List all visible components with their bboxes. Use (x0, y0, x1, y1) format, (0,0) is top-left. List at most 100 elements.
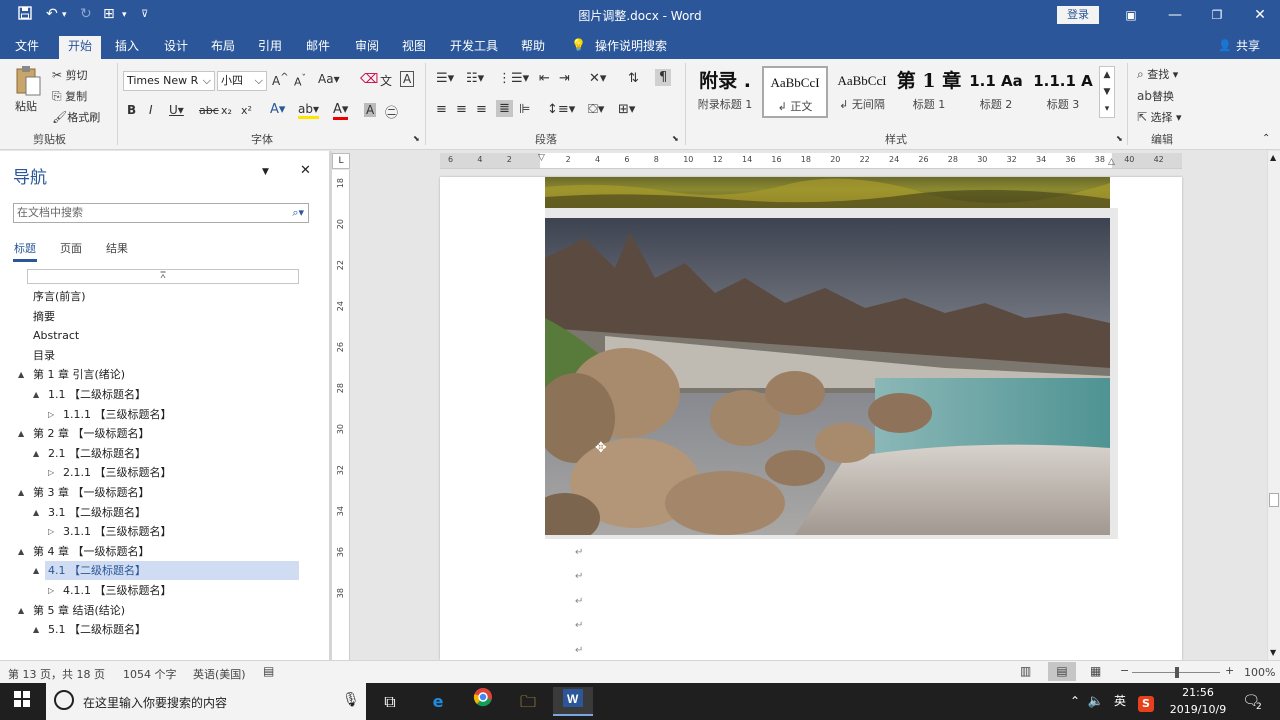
collapse-icon[interactable]: ▲ (33, 503, 39, 522)
sort-icon[interactable]: ⇅ (628, 71, 639, 86)
nav-heading-item[interactable]: Abstract (30, 326, 299, 345)
char-border-icon[interactable]: A (400, 71, 415, 87)
microphone-icon[interactable]: 🎙 (342, 692, 360, 708)
image-beach-photo[interactable] (545, 218, 1110, 535)
style-normal[interactable]: AaBbCcI ↲ 正文 (762, 66, 828, 118)
nav-tab-pages[interactable]: 页面 (60, 240, 82, 256)
collapse-icon[interactable]: ▲ (33, 561, 39, 580)
clear-format-icon[interactable]: ⌫ (360, 72, 378, 87)
font-name-dropdown[interactable]: Times New R ⌵ (123, 71, 215, 91)
align-center-icon[interactable]: ≡ (456, 102, 467, 117)
font-size-dropdown[interactable]: 小四 ⌵ (217, 71, 267, 91)
scroll-down-icon[interactable]: ▼ (1270, 648, 1276, 657)
multilevel-list-icon[interactable]: ⋮☰▾ (498, 71, 529, 86)
decrease-indent-icon[interactable]: ⇤ (539, 71, 550, 86)
clock-time[interactable]: 21:56 (1168, 686, 1228, 699)
nav-heading-item[interactable]: ▲ 4.1 【二级标题名】 (33, 561, 299, 581)
tab-references[interactable]: 引用 (249, 36, 291, 59)
redo-icon[interactable]: ↻ (80, 6, 92, 22)
nav-heading-item[interactable]: 序言(前言) (30, 287, 299, 306)
nav-heading-item[interactable]: ▲ 第 2 章 【一级标题名】 (18, 424, 299, 443)
macro-icon[interactable]: ▤ (263, 664, 274, 678)
language-indicator[interactable]: 英语(美国) (193, 666, 246, 682)
increase-indent-icon[interactable]: ⇥ (559, 71, 570, 86)
align-right-icon[interactable]: ≡ (476, 102, 487, 117)
close-icon[interactable]: ✕ (1245, 4, 1275, 26)
paste-icon[interactable] (14, 65, 44, 97)
numbering-icon[interactable]: ☷▾ (466, 71, 484, 86)
horizontal-ruler[interactable]: 6 4 2 2 4 6 8 10 12 14 16 18 20 22 24 26 28 30 32 34 36 38 40 4… (440, 153, 1182, 169)
shading-icon[interactable]: ⛋▾ (588, 102, 604, 117)
shrink-font-icon[interactable]: Aˇ (294, 73, 306, 89)
table-dropdown-icon[interactable]: ▾ (122, 10, 127, 20)
grow-font-icon[interactable]: A^ (272, 72, 289, 88)
collapse-icon[interactable]: ▲ (18, 424, 24, 443)
customize-toolbar-icon[interactable]: ⊽ (141, 9, 148, 20)
expand-icon[interactable]: ▷ (48, 522, 54, 541)
undo-icon[interactable]: ↶ (46, 6, 58, 22)
paragraph-dialog-launcher-icon[interactable]: ⬊ (672, 134, 679, 143)
tab-help[interactable]: 帮助 (512, 36, 554, 59)
font-dialog-launcher-icon[interactable]: ⬊ (413, 134, 420, 143)
highlight-icon[interactable]: ab▾ (298, 102, 319, 119)
collapse-icon[interactable]: ▲ (33, 385, 39, 404)
change-case-icon[interactable]: Aa▾ (318, 72, 340, 86)
ime-indicator[interactable]: 英 (1108, 687, 1132, 716)
char-shading-icon[interactable]: A (364, 103, 377, 117)
taskbar-search-box[interactable]: 在这里输入你要搜索的内容 🎙 (46, 683, 366, 720)
first-line-indent-marker[interactable]: ▽ (538, 153, 545, 163)
minimize-icon[interactable]: — (1160, 4, 1190, 26)
table-icon[interactable]: ⊞ (103, 6, 115, 22)
nav-heading-item[interactable]: ▷ 2.1.1 【三级标题名】 (48, 463, 299, 482)
nav-heading-item[interactable]: ▲ 第 3 章 【一级标题名】 (18, 483, 299, 502)
task-view-icon[interactable]: ⧉ (370, 687, 410, 716)
nav-tab-headings[interactable]: 标题 (14, 240, 36, 256)
text-effects-icon[interactable]: A▾ (270, 102, 285, 117)
collapse-icon[interactable]: ▲ (18, 542, 24, 561)
tab-layout[interactable]: 布局 (202, 36, 244, 59)
copy-button[interactable]: ⎘ 复制 (52, 88, 87, 104)
read-mode-icon[interactable]: ▥ (1020, 664, 1031, 678)
nav-heading-item[interactable]: ▲ 1.1 【二级标题名】 (33, 385, 299, 404)
scroll-thumb[interactable] (1269, 493, 1279, 507)
subscript-icon[interactable]: x₂ (221, 104, 232, 117)
share-button[interactable]: 共享 (1227, 36, 1269, 59)
enclose-chars-icon[interactable]: ㊁ (385, 102, 398, 121)
edge-icon[interactable]: e (418, 687, 458, 716)
print-layout-icon[interactable]: ▤ (1048, 662, 1076, 681)
tray-overflow-icon[interactable]: ⌃ (1065, 687, 1085, 716)
web-layout-icon[interactable]: ▦ (1090, 664, 1101, 678)
nav-tab-results[interactable]: 结果 (106, 240, 128, 256)
tab-design[interactable]: 设计 (155, 36, 197, 59)
save-icon[interactable] (18, 6, 32, 24)
login-button[interactable]: 登录 (1057, 6, 1099, 24)
paste-button[interactable]: 粘贴 (15, 98, 37, 114)
line-spacing-icon[interactable]: ↕≡▾ (547, 102, 575, 117)
nav-heading-item[interactable]: ▷ 3.1.1 【三级标题名】 (48, 522, 299, 541)
tab-review[interactable]: 审阅 (346, 36, 388, 59)
underline-icon[interactable]: U▾ (169, 103, 184, 117)
right-indent-marker[interactable]: △ (1108, 157, 1115, 167)
expand-icon[interactable]: ▷ (48, 405, 54, 424)
restore-icon[interactable]: ❐ (1202, 4, 1232, 26)
bold-icon[interactable]: B (127, 103, 136, 117)
style-heading-1[interactable]: 第 1 章标题 1 (896, 66, 962, 118)
distributed-icon[interactable]: ⊫ (519, 102, 530, 117)
nav-heading-item[interactable]: ▲ 2.1 【二级标题名】 (33, 444, 299, 463)
tab-developer[interactable]: 开发工具 (441, 36, 507, 59)
collapse-icon[interactable]: ▲ (33, 620, 39, 639)
nav-heading-item[interactable]: 目录 (30, 346, 299, 365)
tab-selector[interactable]: L (332, 153, 350, 169)
expand-icon[interactable]: ▷ (48, 463, 54, 482)
scroll-up-icon[interactable]: ▲ (1270, 153, 1276, 162)
zoom-out-icon[interactable]: − (1120, 664, 1129, 677)
collapse-icon[interactable]: ▲ (18, 601, 24, 620)
show-marks-icon[interactable]: ¶ (655, 69, 672, 86)
tab-insert[interactable]: 插入 (106, 36, 148, 59)
nav-heading-item[interactable]: ▲ 3.1 【二级标题名】 (33, 503, 299, 522)
nav-heading-item[interactable]: 摘要 (30, 307, 299, 326)
collapse-icon[interactable]: ▲ (18, 483, 24, 502)
tell-me-search[interactable]: 操作说明搜索 (586, 36, 676, 59)
word-taskbar-icon[interactable]: W (553, 687, 593, 716)
nav-heading-item[interactable]: ▲ 第 4 章 【一级标题名】 (18, 542, 299, 561)
